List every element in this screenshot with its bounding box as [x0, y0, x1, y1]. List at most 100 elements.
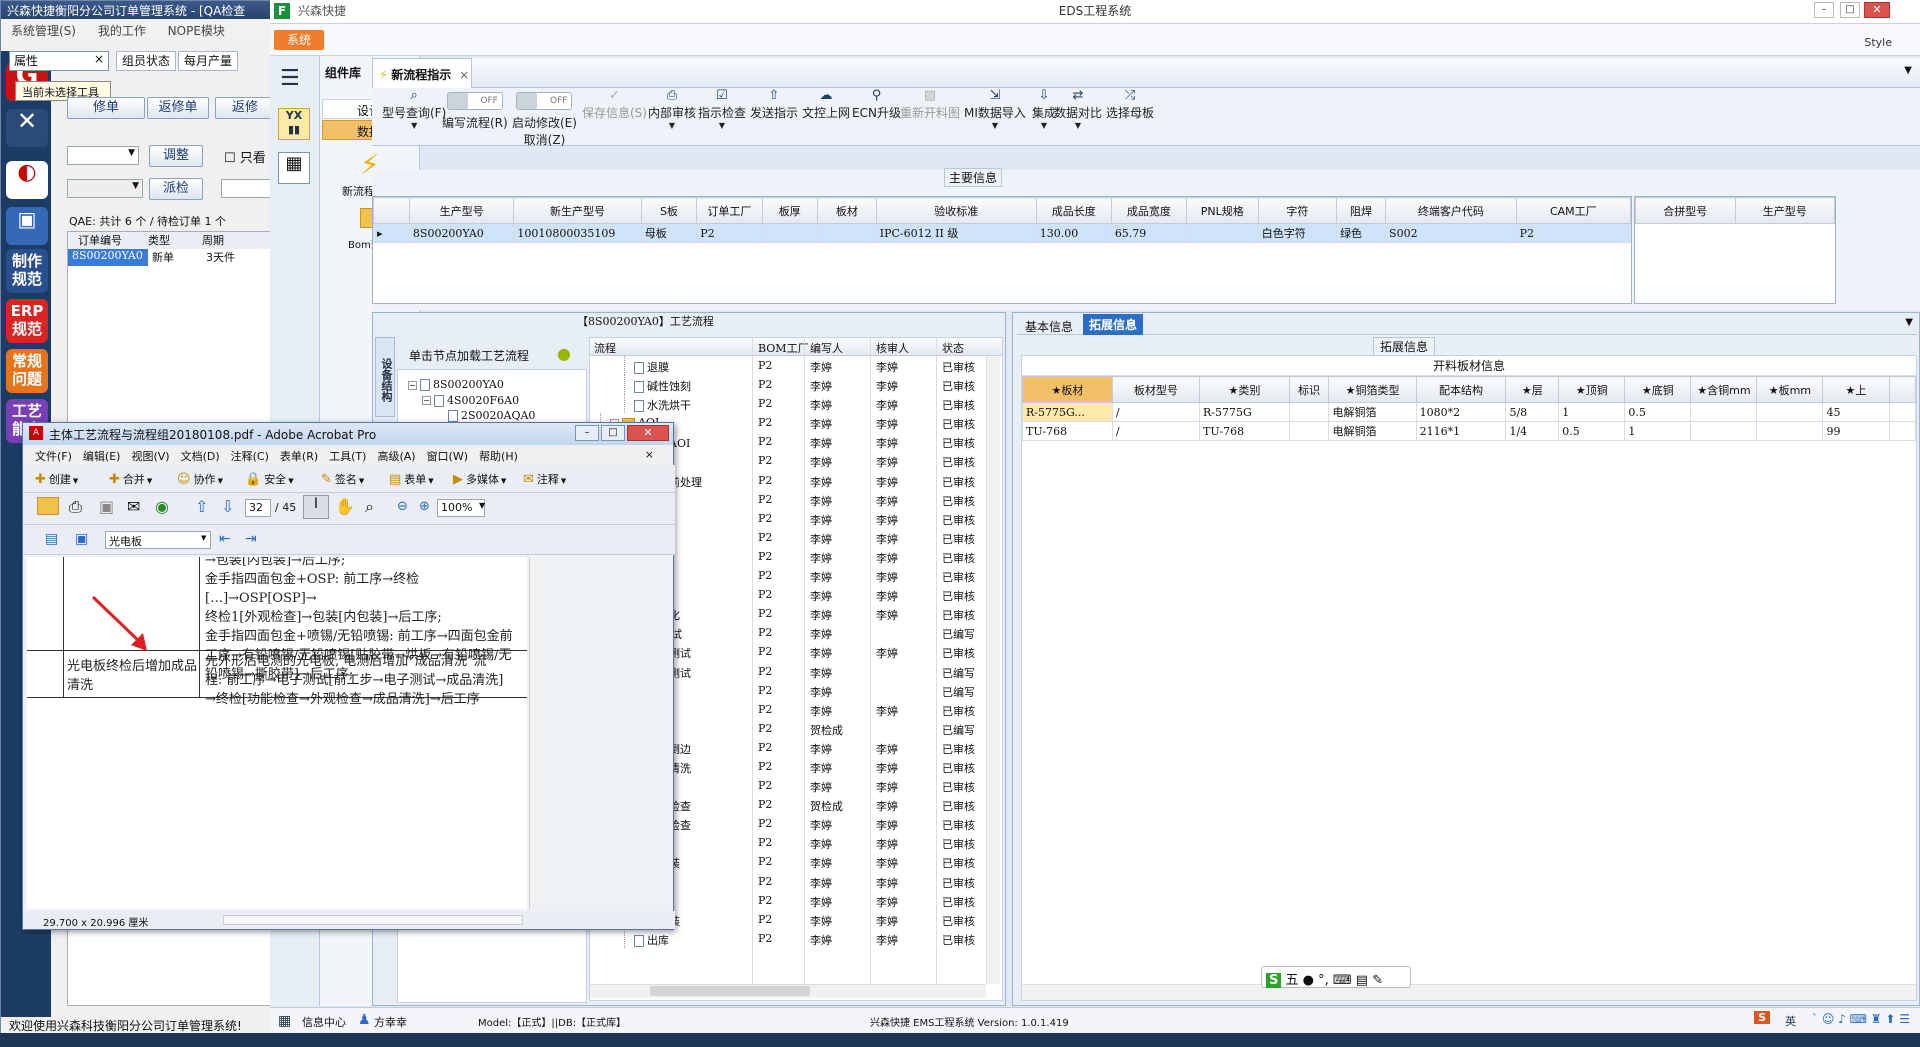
grid-cell[interactable] [1288, 402, 1330, 422]
style-menu[interactable]: Style [1864, 36, 1892, 49]
maximize-icon[interactable]: □ [1840, 2, 1860, 18]
grid-cell[interactable]: 99 [1822, 421, 1890, 441]
find-next-icon[interactable]: ⇥ [245, 531, 257, 547]
grid-cell[interactable]: 绿色 [1336, 223, 1387, 243]
toolbar-item[interactable]: ▨ 重新开料图 [900, 88, 960, 121]
acrobat-tool-multimedia[interactable]: ▶ 多媒体 ▼ [453, 471, 506, 487]
menu-my-work[interactable]: 我的工作 [98, 24, 146, 38]
col-header[interactable]: 配本结构 [1415, 376, 1507, 403]
acrobat-menu-item[interactable]: 工具(T) [329, 450, 366, 463]
save-icon[interactable]: ▣ [99, 497, 114, 516]
col-header[interactable]: ★底铜 [1624, 376, 1692, 403]
calculator-icon[interactable]: ▦ [278, 152, 310, 184]
ime-lang[interactable]: 英 [1785, 1013, 1796, 1029]
tab-member-status[interactable]: 组员状态 [116, 51, 176, 71]
col-header[interactable]: 核审人 [876, 340, 909, 356]
ime-toolbar[interactable]: S 五 ● °, ⌨ ▤ ✎ [1261, 966, 1411, 988]
print-icon[interactable]: ⎙ [69, 497, 82, 517]
grid-cell[interactable]: 65.79 [1110, 223, 1187, 243]
flow-vscroll[interactable] [986, 356, 1000, 984]
grid-cell[interactable]: 8S00200YA0 [408, 223, 515, 243]
side-rules[interactable]: 制作规范 [6, 249, 48, 293]
grid-cell[interactable] [1756, 421, 1824, 441]
table-row[interactable]: 8S00200YA0 新单 3天件 [68, 249, 271, 266]
grid-cell[interactable] [1690, 402, 1758, 422]
toolbar-item[interactable]: ⇄ 数据对比 ▼ [1054, 88, 1102, 130]
grid-cell[interactable]: 5/8 [1505, 402, 1560, 422]
col-header[interactable]: 生产型号 [408, 197, 515, 224]
only-check-checkbox[interactable]: ☐ 只看 [224, 147, 266, 166]
info-center[interactable]: 信息中心 [302, 1014, 346, 1030]
toolbar-item[interactable]: ⇧ 发送指示 [750, 88, 798, 121]
chevron-down-icon[interactable]: ▼ [1032, 121, 1056, 130]
col-header[interactable]: 板材型号 [1111, 376, 1201, 403]
acrobat-menu-item[interactable]: 注释(C) [231, 450, 269, 463]
pdf-vscroll[interactable] [529, 557, 543, 909]
col-header[interactable]: ★上 [1822, 376, 1890, 403]
toolbar-item[interactable]: ⌕ 型号查询(F) ▼ [382, 88, 446, 130]
acrobat-tool-comment[interactable]: ✉ 注释 ▼ [523, 471, 566, 487]
col-header[interactable]: 验收标准 [875, 197, 1037, 224]
col-order-no[interactable]: 订单编号 [68, 232, 148, 249]
grid-cell[interactable]: 母板 [640, 223, 698, 243]
grid-cell[interactable]: / [1111, 421, 1201, 441]
tab-device-structure[interactable]: 设备结构 [375, 337, 395, 417]
toolbar-item[interactable]: OFF 编写流程(R) [442, 88, 508, 131]
close-icon[interactable]: ✕ [627, 425, 669, 441]
col-header[interactable]: ★顶铜 [1558, 376, 1626, 403]
grid-cell[interactable]: S002 [1385, 223, 1517, 243]
fit-page-icon[interactable]: ▤ [45, 531, 58, 547]
grid-cell[interactable]: 130.00 [1035, 223, 1112, 243]
col-header[interactable]: CAM工厂 [1515, 197, 1632, 224]
col-header[interactable]: ★层 [1505, 376, 1560, 403]
grid-cell[interactable]: 1/4 [1505, 421, 1560, 441]
grid-cell[interactable]: TU-768 [1199, 421, 1290, 441]
col-header[interactable]: 编写人 [810, 340, 843, 356]
down-arrow-icon[interactable]: ⇩ [221, 497, 234, 516]
dispatch-button[interactable]: 派检 [149, 178, 203, 200]
flow-row[interactable]: 出库 P2 李婷 李婷 已审核 [590, 928, 1002, 948]
grid-cell[interactable] [1185, 223, 1259, 243]
grid-cell[interactable]: P2 [1515, 223, 1632, 243]
toolbar-item[interactable]: OFF 启动修改(E) 取消(Z) [512, 88, 577, 148]
col-header[interactable]: 板材 [817, 197, 877, 224]
chevron-down-icon[interactable]: ▼ [382, 121, 446, 130]
table-row[interactable]: R-5775G... / R-5775G 电解铜箔 1080*2 5/8 1 0.5 45 [1022, 402, 1917, 422]
toolbar-item[interactable]: ⎙ 内部审核 ▼ [648, 88, 696, 130]
col-header[interactable]: 状态 [942, 340, 964, 356]
type-select[interactable]: ▼ [67, 179, 143, 198]
pdf-hscroll[interactable] [223, 915, 523, 925]
col-header[interactable]: PNL规格 [1185, 197, 1259, 224]
grid-cell[interactable] [1756, 402, 1824, 422]
col-header[interactable]: 终端客户代码 [1385, 197, 1517, 224]
filter-select[interactable]: ▼ [67, 146, 139, 165]
chart-icon[interactable]: ◐ [6, 161, 48, 199]
col-header[interactable]: 板厚 [761, 197, 818, 224]
grid-cell[interactable]: 45 [1822, 402, 1890, 422]
grid-cell[interactable] [761, 223, 818, 243]
grid-cell[interactable]: R-5775G [1199, 402, 1290, 422]
maximize-icon[interactable]: □ [601, 425, 625, 441]
chevron-down-icon[interactable]: ▼ [648, 121, 696, 130]
hand-tool-icon[interactable]: ✋ [335, 497, 355, 516]
grid-cell[interactable]: 电解铜箔 [1328, 402, 1417, 422]
toolbar-item[interactable]: ☁ 文控上网 [802, 88, 850, 121]
acrobat-menu-item[interactable]: 文档(D) [181, 450, 220, 463]
col-merge-model[interactable]: 合拼型号 [1635, 197, 1736, 224]
menu-system[interactable]: 系统管理(S) [11, 24, 76, 38]
grid-cell[interactable]: 0.5 [1624, 402, 1692, 422]
grid-cell[interactable]: 0.5 [1558, 421, 1626, 441]
col-header[interactable]: ★板mm [1756, 376, 1824, 403]
acrobat-tool-sign[interactable]: ✎ 签名 ▼ [321, 471, 364, 487]
yx-logo-icon[interactable]: YX ▮▮ [278, 108, 310, 140]
col-header[interactable]: 成品长度 [1035, 197, 1112, 224]
col-header[interactable]: BOM工厂 [758, 340, 809, 356]
sogou-tray-icon[interactable]: S [1754, 1011, 1770, 1024]
search-input[interactable] [221, 179, 271, 198]
chevron-down-icon[interactable]: ▼ [964, 121, 1026, 130]
zoom-out-icon[interactable]: ⊖ [397, 499, 408, 514]
toggle-switch[interactable]: OFF [446, 92, 503, 110]
chevron-down-icon[interactable]: ▼ [1054, 121, 1102, 130]
col-header[interactable]: 流程 [594, 340, 616, 356]
table-row[interactable]: TU-768/TU-768 电解铜箔 2116*1 1/4 0.5 1 99 [1022, 421, 1917, 441]
